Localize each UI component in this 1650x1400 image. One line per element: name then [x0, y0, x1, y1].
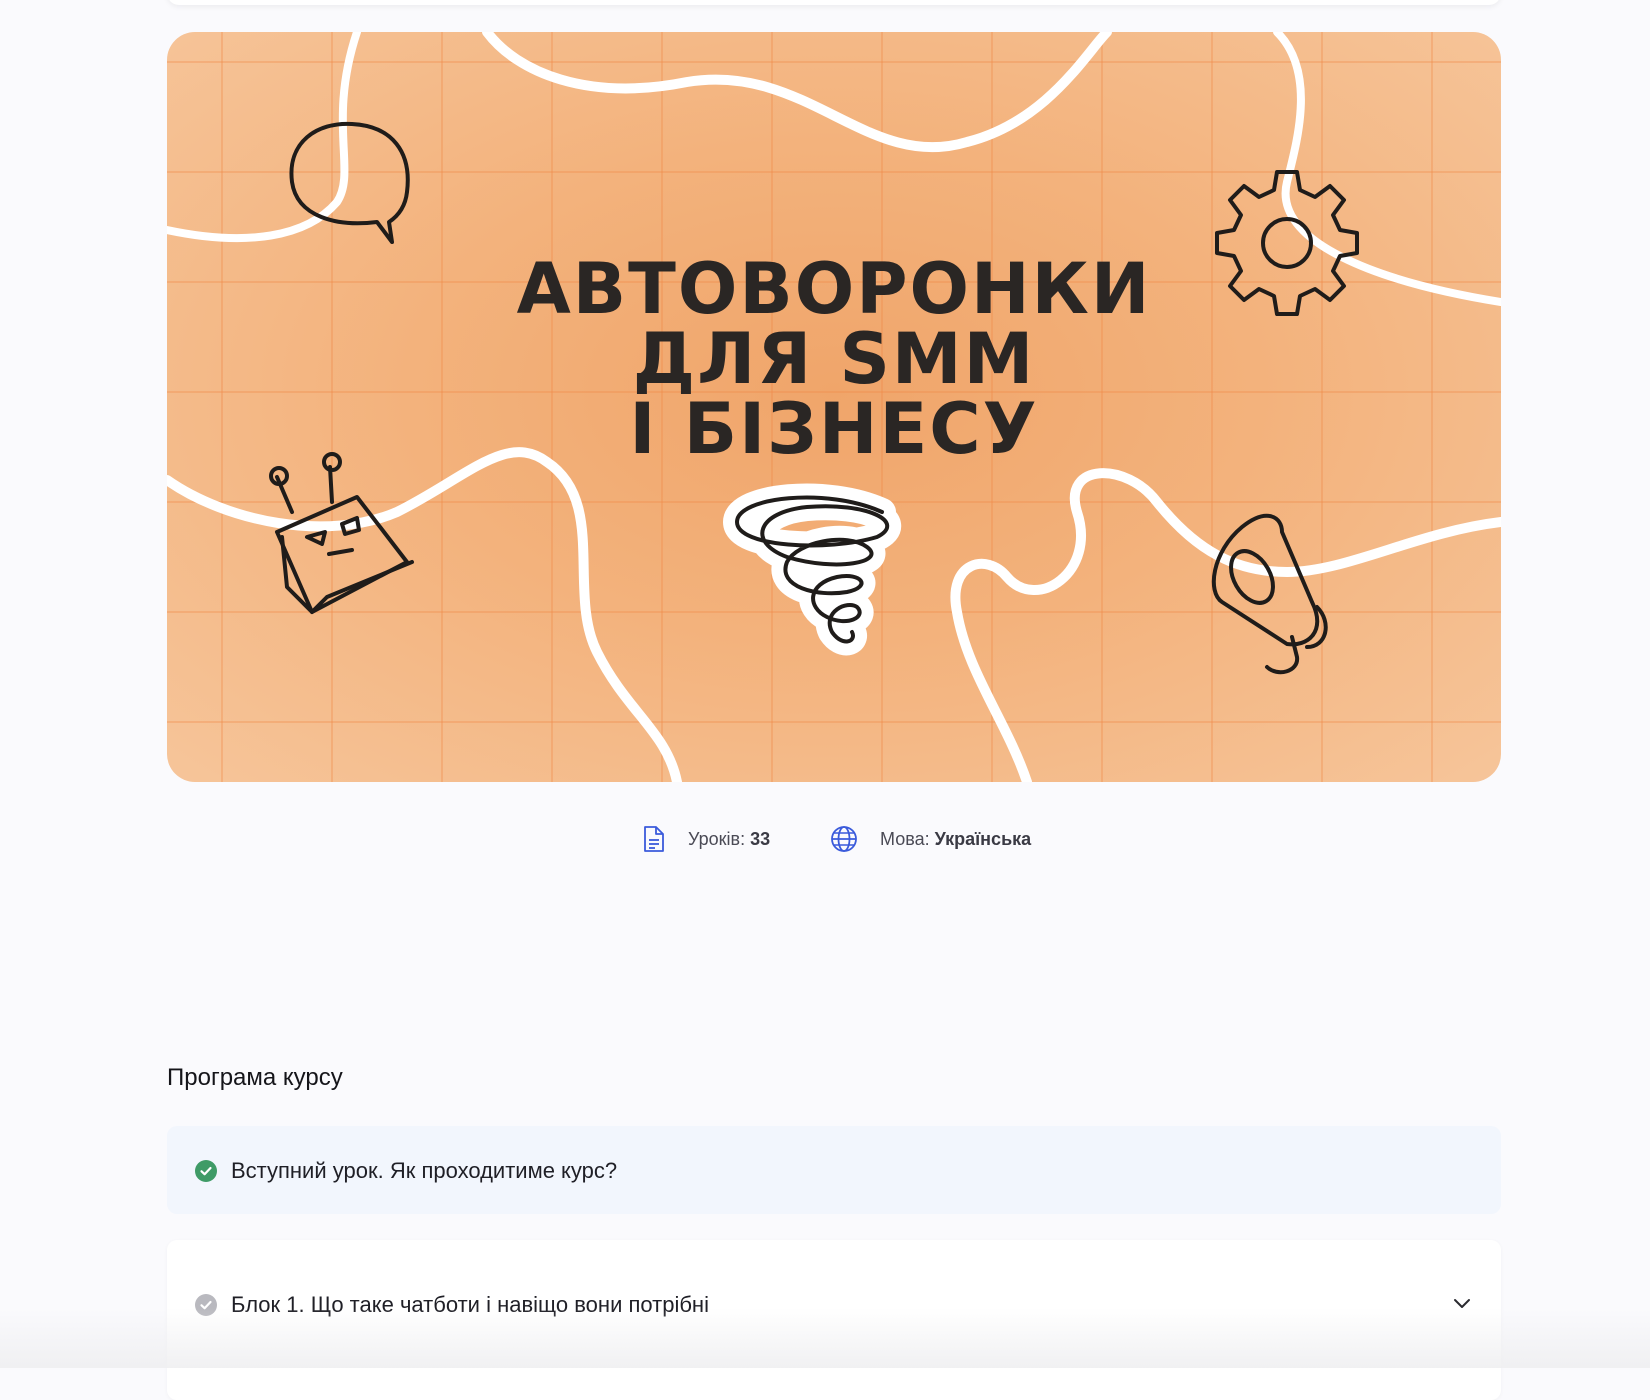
course-cover-title: АВТОВОРОНКИ ДЛЯ SMM І БІЗНЕСУ [516, 248, 1152, 470]
block-1-accordion[interactable]: Блок 1. Що таке чатботи і навіщо вони по… [167, 1240, 1501, 1400]
check-circle-icon [195, 1294, 217, 1316]
language-value: Українська [934, 828, 1032, 849]
lessons-label: Уроків: [688, 828, 746, 849]
lessons-value: 33 [750, 828, 771, 849]
course-language: Мова: Українська [830, 822, 1031, 856]
lessons-count: Уроків: 33 [642, 822, 770, 856]
robot-icon [269, 452, 414, 614]
check-circle-icon [195, 1160, 217, 1182]
document-icon [642, 825, 666, 853]
globe-icon [830, 825, 858, 853]
course-meta: Уроків: 33 Мова: Українська [0, 822, 1650, 856]
tornado-icon [723, 483, 901, 656]
intro-lesson-item[interactable]: Вступний урок. Як проходитиме курс? [167, 1126, 1501, 1214]
course-cover-banner: АВТОВОРОНКИ ДЛЯ SMM І БІЗНЕСУ [167, 32, 1501, 782]
intro-lesson-title: Вступний урок. Як проходитиме курс? [231, 1158, 618, 1183]
language-label: Мова: [880, 828, 930, 849]
chevron-down-icon[interactable] [1453, 1297, 1471, 1315]
previous-card-edge [167, 0, 1501, 5]
megaphone-icon [1211, 513, 1328, 675]
block-1-title: Блок 1. Що таке чатботи і навіщо вони по… [231, 1292, 709, 1317]
program-heading: Програма курсу [167, 1064, 343, 1091]
